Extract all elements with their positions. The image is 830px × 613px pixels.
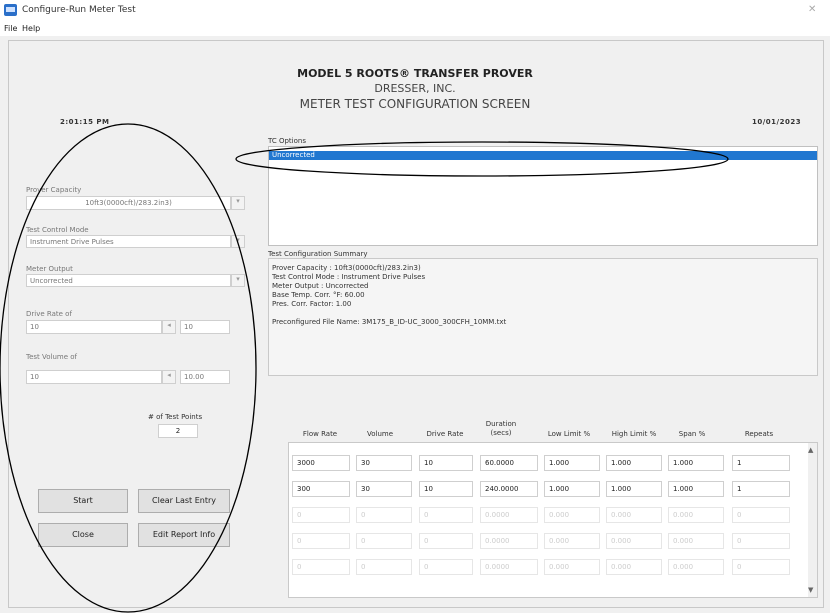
annotation-overlay bbox=[0, 123, 729, 613]
annotation-ellipse-left-panel bbox=[0, 123, 257, 613]
annotation-ellipse-tc-option bbox=[235, 141, 729, 177]
